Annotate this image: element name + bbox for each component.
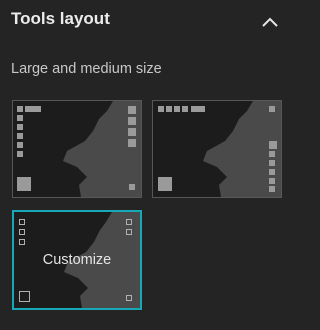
map-preview [153, 101, 281, 197]
map-preview [13, 101, 141, 197]
layout-option-right[interactable] [152, 100, 282, 198]
tools-layout-header[interactable]: Tools layout [0, 0, 300, 44]
layout-option-left[interactable] [12, 100, 142, 198]
customize-label: Customize [42, 252, 112, 268]
section-label: Large and medium size [11, 61, 162, 77]
layout-option-customize[interactable]: Customize [12, 210, 142, 310]
panel-title: Tools layout [11, 9, 110, 28]
chevron-up-icon[interactable] [258, 10, 282, 34]
